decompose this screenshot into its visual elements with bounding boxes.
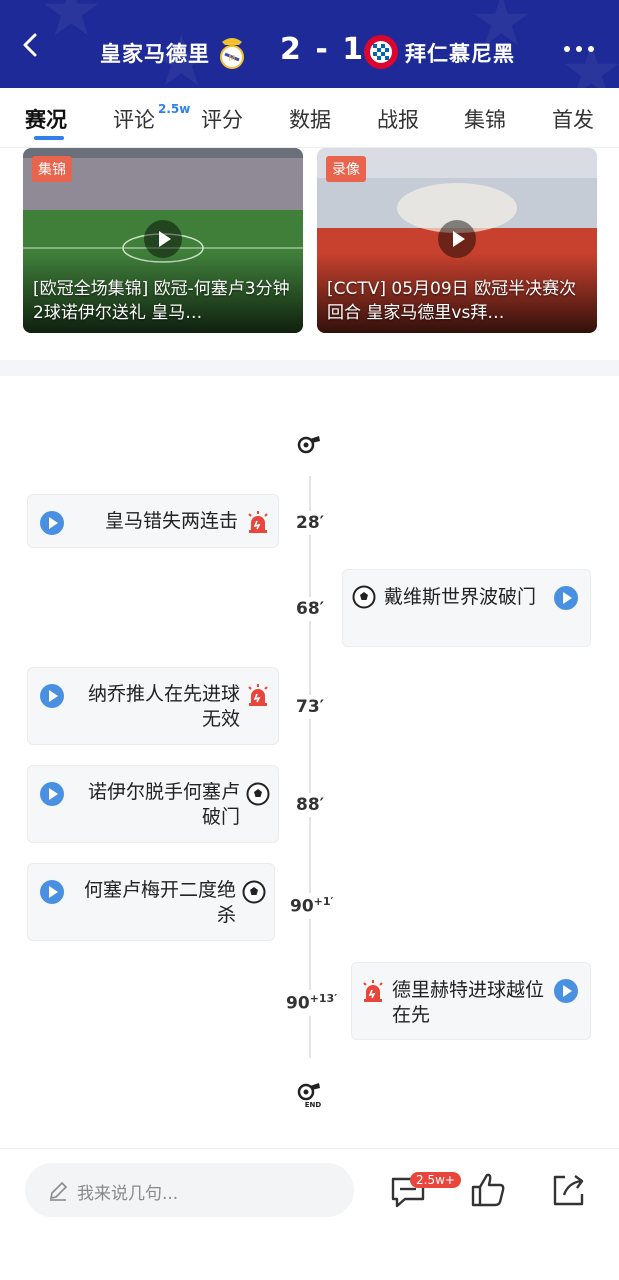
event-minute-base: 90 (290, 896, 314, 917)
event-minute: 90+13′ (286, 990, 338, 1016)
event-minute-base: 90 (286, 993, 310, 1014)
play-icon[interactable] (40, 684, 64, 708)
event-text: 戴维斯世界波破门 (384, 586, 537, 608)
whistle-icon (296, 430, 322, 456)
event-text: 何塞卢梅开二度绝杀 (83, 879, 236, 926)
active-tab-indicator (34, 136, 64, 140)
tab-lineups[interactable]: 首发 (552, 104, 594, 134)
bayern-crest-icon[interactable] (363, 34, 399, 70)
event-minute: 88′ (296, 793, 325, 817)
comment-input[interactable]: 我来说几句... (25, 1163, 354, 1217)
video-tag: 集锦 (32, 156, 72, 182)
bottom-bar: 我来说几句... 2.5w+ (0, 1148, 619, 1280)
section-divider (0, 360, 619, 376)
video-tag: 录像 (326, 156, 366, 182)
football-icon (352, 585, 376, 609)
away-team-name[interactable]: 拜仁慕尼黑 (405, 38, 515, 68)
video-card-highlights[interactable]: 集锦 [欧冠全场集锦] 欧冠-何塞卢3分钟2球诺伊尔送礼 皇马… (23, 148, 303, 333)
event-minute: 68′ (296, 597, 325, 621)
real-madrid-crest-icon[interactable]: M (217, 34, 247, 70)
alarm-icon (363, 980, 383, 1002)
pen-icon (49, 1181, 68, 1201)
event-text: 德里赫特进球越位在先 (392, 979, 545, 1026)
svg-text:M: M (229, 54, 236, 63)
comment-placeholder: 我来说几句... (77, 1184, 179, 1204)
play-icon[interactable] (40, 782, 64, 806)
play-icon[interactable] (554, 979, 578, 1003)
play-icon[interactable] (144, 220, 182, 258)
tab-stats[interactable]: 数据 (289, 104, 331, 134)
home-team-name[interactable]: 皇家马德里 (100, 38, 210, 68)
tab-report[interactable]: 战报 (377, 104, 419, 134)
event-text: 皇马错失两连击 (104, 510, 238, 532)
comments-count-badge: 2.5w (158, 102, 191, 116)
tab-highlights[interactable]: 集锦 (464, 104, 506, 134)
thumbs-up-icon[interactable] (469, 1171, 507, 1209)
event-minute: 73′ (296, 695, 325, 719)
event-minute-extra: +13′ (309, 992, 338, 1005)
match-header: ★ ★ ★ ★ 皇家马德里 M 2 - 1 拜仁慕尼黑 (0, 0, 619, 88)
match-score: 2 - 1 (280, 32, 366, 67)
play-icon[interactable] (40, 511, 64, 535)
timeline-line (309, 476, 311, 1058)
tab-overview[interactable]: 赛况 (25, 104, 67, 134)
event-text: 诺伊尔脱手何塞卢破门 (87, 781, 240, 828)
end-label: END (305, 1101, 322, 1109)
alarm-icon (248, 684, 268, 706)
event-minute: 28′ (296, 511, 325, 535)
share-icon[interactable] (550, 1171, 588, 1209)
video-title[interactable]: [欧冠全场集锦] 欧冠-何塞卢3分钟2球诺伊尔送礼 皇马… (33, 277, 295, 325)
play-icon[interactable] (438, 220, 476, 258)
comment-count-badge: 2.5w+ (410, 1172, 461, 1188)
tab-bar: 赛况 评论 2.5w 评分 数据 战报 集锦 首发 (0, 88, 619, 148)
tab-comments[interactable]: 评论 (113, 104, 155, 134)
play-icon[interactable] (554, 586, 578, 610)
tab-ratings[interactable]: 评分 (201, 104, 243, 134)
video-card-replay[interactable]: 录像 [CCTV] 05月09日 欧冠半决赛次回合 皇家马德里vs拜… (317, 148, 597, 333)
event-minute: 90+1′ (290, 893, 334, 919)
alarm-icon (248, 511, 268, 533)
football-icon (246, 782, 270, 806)
back-arrow-icon[interactable] (18, 32, 44, 58)
play-icon[interactable] (40, 880, 64, 904)
more-dots-icon[interactable] (562, 44, 596, 54)
video-title[interactable]: [CCTV] 05月09日 欧冠半决赛次回合 皇家马德里vs拜… (327, 277, 589, 325)
event-minute-extra: +1′ (313, 895, 334, 908)
event-text: 纳乔推人在先进球无效 (87, 683, 240, 730)
whistle-end-icon: END (296, 1077, 322, 1109)
football-icon (242, 880, 266, 904)
